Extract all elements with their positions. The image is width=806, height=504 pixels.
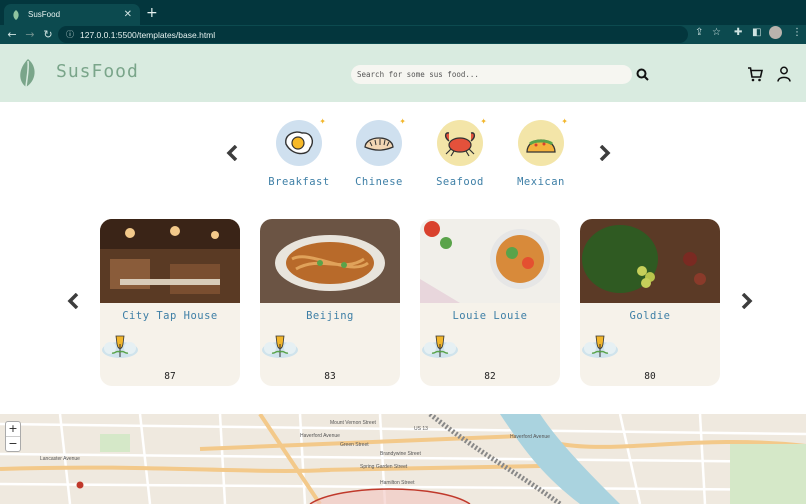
reload-icon[interactable]: ↻ <box>39 28 57 41</box>
back-icon[interactable]: ← <box>3 28 21 41</box>
restaurant-name: City Tap House <box>122 310 218 322</box>
category-label: Breakfast <box>268 176 330 188</box>
category-label: Seafood <box>436 176 484 188</box>
map-label: Haverford Avenue <box>300 433 340 439</box>
restaurants-next-icon[interactable] <box>741 293 753 309</box>
restaurant-score: 83 <box>324 371 336 382</box>
category-breakfast[interactable]: ✦ Breakfast <box>263 117 335 188</box>
restaurant-score: 82 <box>484 371 496 382</box>
profile-avatar[interactable] <box>769 26 782 39</box>
category-label: Chinese <box>355 176 403 188</box>
restaurant-card[interactable]: City Tap House 87 <box>100 219 240 386</box>
browser-tab[interactable]: SusFood ✕ <box>4 4 140 25</box>
fried-egg-icon: ✦ <box>276 117 326 166</box>
search-input[interactable] <box>351 65 632 84</box>
restaurant-card[interactable]: Goldie 80 <box>580 219 720 386</box>
map-label: Brandywine Street <box>380 451 421 457</box>
map-label: US 13 <box>414 426 428 432</box>
leaf-logo-icon[interactable] <box>16 57 40 89</box>
category-label: Mexican <box>517 176 565 188</box>
zoom-out-button[interactable]: − <box>6 437 20 452</box>
map-label: Lancaster Avenue <box>40 456 80 462</box>
category-mexican[interactable]: ✦ Mexican <box>505 117 577 188</box>
dumpling-icon: ✦ <box>356 117 406 166</box>
map-label: Hamilton Street <box>380 480 415 486</box>
share-icon[interactable]: ⇪ <box>695 27 703 38</box>
extensions-icon[interactable]: ✚ <box>734 27 742 38</box>
sidebar-icon[interactable]: ◧ <box>752 27 761 38</box>
url-field[interactable]: ⓘ 127.0.0.1:5500/templates/base.html <box>58 26 688 43</box>
categories-next-icon[interactable] <box>599 145 611 161</box>
map-zoom-control: + − <box>5 421 21 452</box>
sustainability-badge-icon <box>582 335 618 358</box>
sustainability-badge-icon <box>422 335 458 358</box>
restaurant-name: Goldie <box>629 310 671 322</box>
restaurant-name: Beijing <box>306 310 354 322</box>
restaurant-card[interactable]: Louie Louie 82 <box>420 219 560 386</box>
map-label: Green Street <box>340 442 369 448</box>
map[interactable]: Haverford Avenue Spring Garden Street Br… <box>0 414 806 504</box>
restaurant-score: 80 <box>644 371 656 382</box>
sustainability-badge-icon <box>102 335 138 358</box>
category-chinese[interactable]: ✦ Chinese <box>343 117 415 188</box>
bookmark-star-icon[interactable]: ☆ <box>712 27 721 38</box>
category-seafood[interactable]: ✦ Seafood <box>424 117 496 188</box>
new-tab-icon[interactable]: + <box>146 6 158 20</box>
address-bar: ← → ↻ ⓘ 127.0.0.1:5500/templates/base.ht… <box>0 25 806 44</box>
menu-icon[interactable]: ⋮ <box>792 27 802 38</box>
map-label: Haverford Avenue <box>510 434 550 440</box>
logo-text[interactable]: SusFood <box>56 61 139 82</box>
tab-title: SusFood <box>28 10 61 19</box>
sustainability-badge-icon <box>262 335 298 358</box>
zoom-in-button[interactable]: + <box>6 422 20 437</box>
restaurant-photo <box>420 219 560 303</box>
restaurant-card[interactable]: Beijing 83 <box>260 219 400 386</box>
restaurant-photo <box>100 219 240 303</box>
restaurant-name: Louie Louie <box>452 310 528 322</box>
url-text: 127.0.0.1:5500/templates/base.html <box>80 29 216 40</box>
forward-icon[interactable]: → <box>21 28 39 41</box>
restaurant-score: 87 <box>164 371 176 382</box>
browser-tab-bar: SusFood ✕ + <box>0 0 806 25</box>
map-label: Spring Garden Street <box>360 464 408 470</box>
close-tab-icon[interactable]: ✕ <box>124 9 132 20</box>
restaurant-photo <box>260 219 400 303</box>
restaurants-prev-icon[interactable] <box>67 293 79 309</box>
restaurant-photo <box>580 219 720 303</box>
info-icon[interactable]: ⓘ <box>66 29 74 40</box>
cart-icon[interactable] <box>747 66 763 82</box>
user-icon[interactable] <box>777 66 791 82</box>
crab-icon: ✦ <box>437 117 487 166</box>
taco-icon: ✦ <box>518 117 568 166</box>
categories-prev-icon[interactable] <box>226 145 238 161</box>
map-label: Mount Vernon Street <box>330 420 376 426</box>
leaf-favicon-icon <box>12 9 22 20</box>
search-icon[interactable] <box>636 68 649 81</box>
